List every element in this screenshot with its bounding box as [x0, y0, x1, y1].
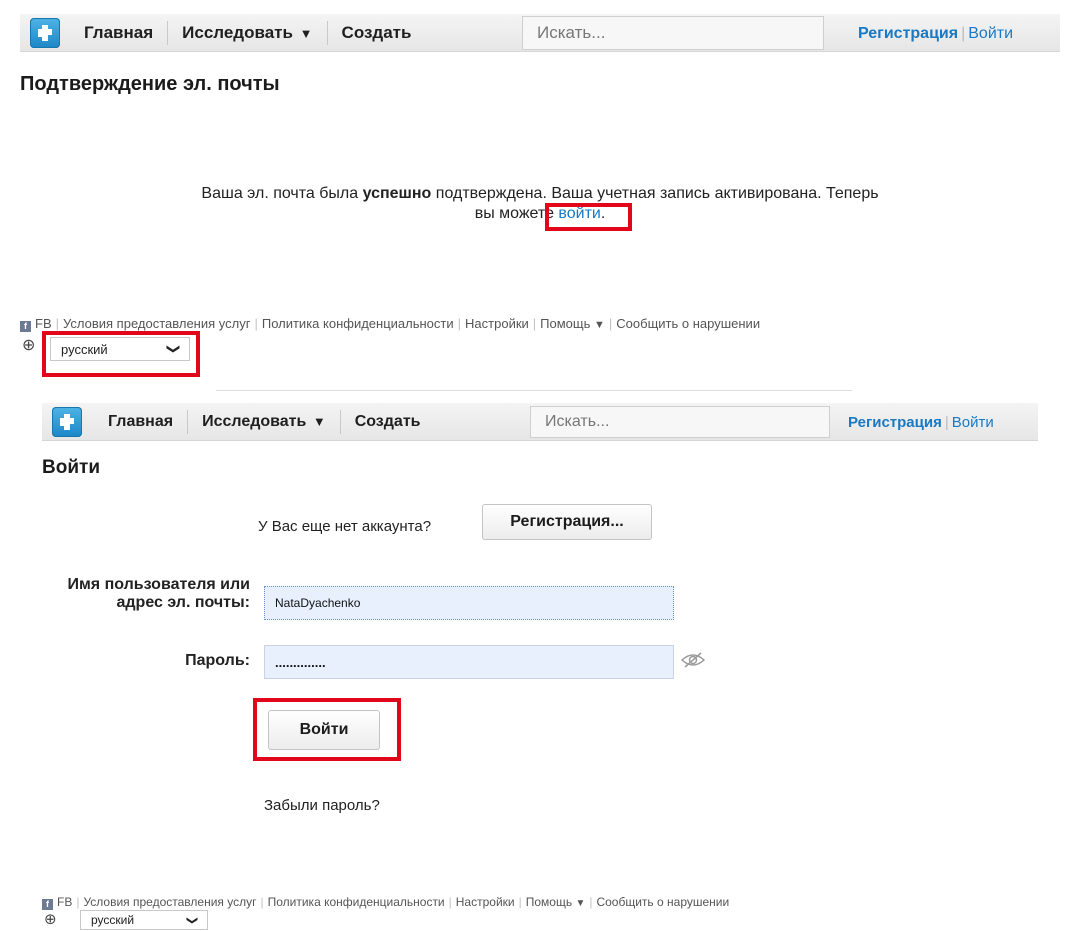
highlight-box-login-link: [545, 203, 632, 231]
footer-report[interactable]: Сообщить о нарушении: [616, 316, 760, 331]
search-input[interactable]: Искать...: [522, 16, 824, 50]
language-select[interactable]: русский ❯: [80, 910, 208, 930]
footer-links: f FB | Условия предоставления услуг | Политик…: [20, 316, 760, 332]
password-field[interactable]: ..............: [264, 645, 674, 679]
chevron-down-icon: ❯: [185, 915, 198, 925]
footer-separator: |: [448, 895, 452, 909]
footer-separator: |: [532, 316, 537, 331]
no-account-text: У Вас еще нет аккаунта?: [258, 518, 432, 535]
footer-separator: |: [55, 316, 60, 331]
nav-home[interactable]: Главная: [94, 409, 189, 434]
footer-separator: |: [260, 895, 264, 909]
nav-explore-label: Исследовать: [202, 412, 307, 430]
password-label: Пароль:: [185, 652, 250, 669]
message-line-1: Ваша эл. почта была успешно подтверждена…: [100, 184, 980, 204]
login-title: Войти: [42, 457, 100, 478]
footer-separator: |: [457, 316, 462, 331]
eye-off-icon[interactable]: [680, 650, 706, 675]
nav-explore-label: Исследовать: [182, 22, 293, 42]
footer-privacy[interactable]: Политика конфиденциальности: [262, 316, 454, 331]
site-logo-icon[interactable]: [52, 406, 82, 437]
register-link[interactable]: Регистрация: [858, 25, 958, 42]
confirmation-message: Ваша эл. почта была успешно подтверждена…: [100, 184, 980, 224]
nav-create[interactable]: Создать: [328, 21, 426, 45]
message-text: Ваша эл. почта была: [201, 185, 363, 202]
search-input[interactable]: Искать...: [530, 406, 830, 438]
nav-explore[interactable]: Исследовать ▼: [188, 409, 341, 434]
footer-help[interactable]: Помощь: [526, 895, 572, 909]
footer-separator: |: [76, 895, 80, 909]
facebook-icon: f: [20, 321, 31, 332]
footer-settings[interactable]: Настройки: [456, 895, 515, 909]
auth-links: Регистрация | Войти: [858, 25, 1013, 43]
caret-down-icon: ▼: [594, 319, 605, 331]
globe-icon: ⊕: [22, 337, 36, 354]
footer-separator: |: [254, 316, 258, 331]
login-link[interactable]: Войти: [968, 25, 1013, 42]
auth-separator: |: [944, 414, 949, 431]
footer-separator: |: [518, 895, 522, 909]
nav-explore[interactable]: Исследовать ▼: [168, 20, 328, 45]
footer-privacy[interactable]: Политика конфиденциальности: [268, 895, 445, 909]
message-text-2: подтверждена. Ваша учетная запись активи…: [431, 185, 879, 202]
login-link[interactable]: Войти: [952, 414, 994, 431]
footer-terms[interactable]: Условия предоставления услуг: [83, 895, 256, 909]
language-value: русский: [91, 913, 135, 927]
caret-down-icon: ▼: [312, 413, 326, 429]
caret-down-icon: ▼: [299, 25, 313, 41]
footer-separator: |: [608, 316, 613, 331]
section-divider: [216, 390, 852, 391]
footer-fb[interactable]: FB: [57, 895, 72, 909]
message-bold: успешно: [362, 185, 432, 202]
facebook-icon: f: [42, 899, 53, 910]
site-logo-icon[interactable]: [30, 17, 60, 48]
register-button[interactable]: Регистрация...: [482, 504, 652, 540]
globe-icon: ⊕: [44, 911, 57, 928]
footer-terms[interactable]: Условия предоставления услуг: [63, 316, 250, 331]
forgot-password-link[interactable]: Забыли пароль?: [264, 797, 380, 814]
footer-fb[interactable]: FB: [35, 316, 52, 331]
username-field[interactable]: NataDyachenko: [264, 586, 674, 620]
footer-separator: |: [589, 895, 593, 909]
nav-home[interactable]: Главная: [70, 20, 169, 45]
footer-links: f FB | Условия предоставления услуг | Политик…: [42, 895, 729, 910]
footer-settings[interactable]: Настройки: [465, 316, 529, 331]
register-link[interactable]: Регистрация: [848, 414, 942, 431]
footer-report[interactable]: Сообщить о нарушении: [596, 895, 729, 909]
highlight-box-language: [42, 331, 200, 377]
nav-create[interactable]: Создать: [341, 410, 435, 434]
highlight-box-login-button: [253, 698, 401, 761]
page-title: Подтверждение эл. почты: [20, 73, 280, 95]
auth-separator: |: [961, 25, 966, 42]
auth-links: Регистрация | Войти: [848, 414, 994, 431]
caret-down-icon: ▼: [575, 898, 586, 909]
message-line-2: вы можете войти.: [100, 204, 980, 224]
username-label: Имя пользователя или адрес эл. почты:: [67, 576, 250, 611]
footer-help[interactable]: Помощь: [540, 316, 590, 331]
